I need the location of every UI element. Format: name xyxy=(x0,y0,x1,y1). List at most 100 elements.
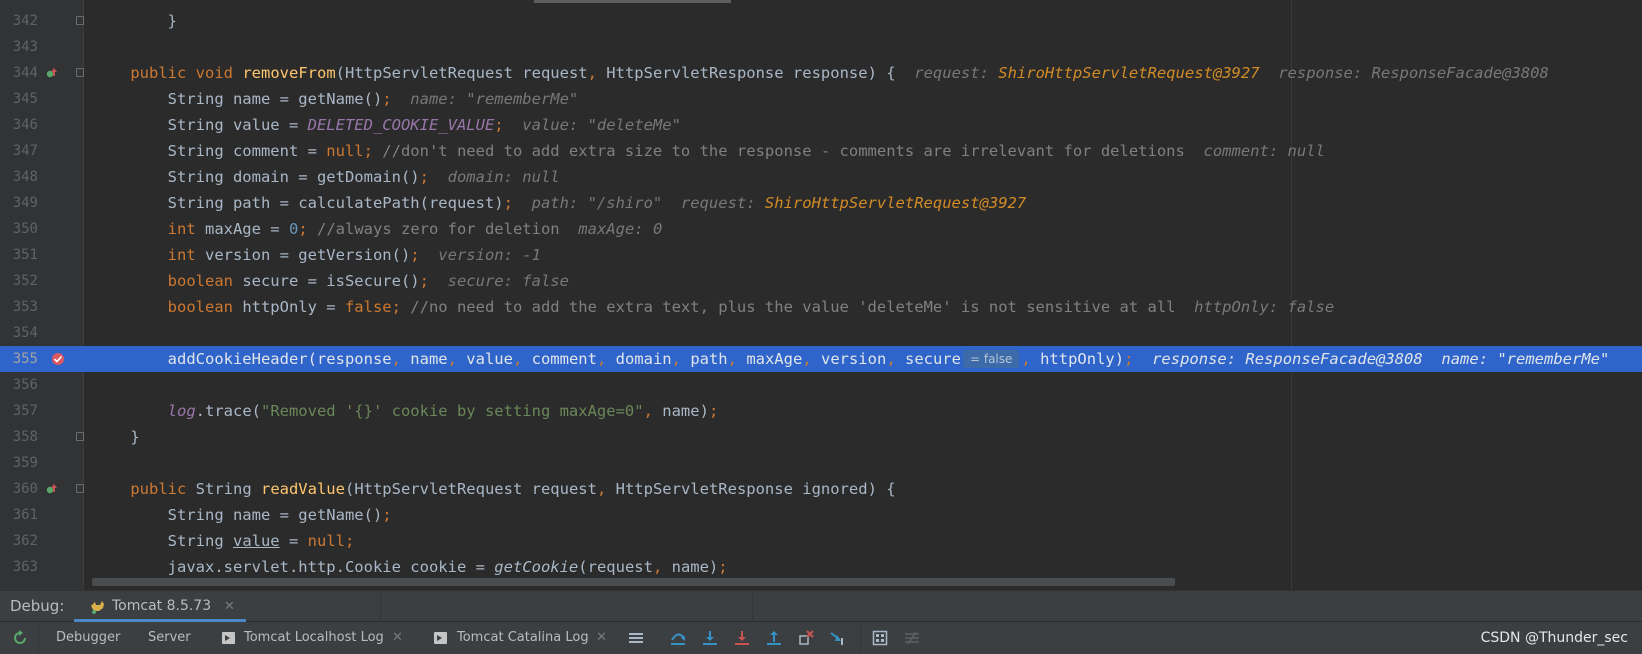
line-number[interactable]: 342 xyxy=(0,8,38,34)
code-line[interactable]: 342 } xyxy=(0,8,1642,34)
tab-tomcat-localhost-log[interactable]: Tomcat Localhost Log xyxy=(244,622,384,654)
code-text[interactable]: addCookieHeader(response, name, value, c… xyxy=(93,346,1609,372)
code-line[interactable]: 360 public String readValue(HttpServletR… xyxy=(0,476,1642,502)
code-line[interactable]: 347 String comment = null; //don't need … xyxy=(0,138,1642,164)
line-number[interactable]: 358 xyxy=(0,424,38,450)
run-to-cursor-icon[interactable] xyxy=(830,630,846,646)
code-line[interactable]: 361 String name = getName(); xyxy=(0,502,1642,528)
code-line[interactable]: 344 public void removeFrom(HttpServletRe… xyxy=(0,60,1642,86)
inline-debug-hint: httpOnly: false xyxy=(1194,298,1335,316)
line-number[interactable]: 347 xyxy=(0,138,38,164)
code-line[interactable]: 346 String value = DELETED_COOKIE_VALUE;… xyxy=(0,112,1642,138)
code-line[interactable]: 357 log.trace("Removed '{}' cookie by se… xyxy=(0,398,1642,424)
close-icon[interactable]: ✕ xyxy=(224,591,235,622)
line-number[interactable]: 344 xyxy=(0,60,38,86)
code-line[interactable]: 363 javax.servlet.http.Cookie cookie = g… xyxy=(0,554,1642,580)
code-token: , xyxy=(671,350,691,368)
code-editor[interactable]: 342 } 343 344 public void removeFrom(HttpS… xyxy=(0,0,1642,590)
code-text[interactable]: public String readValue(HttpServletReque… xyxy=(93,476,895,502)
horizontal-scrollbar[interactable] xyxy=(92,578,1175,586)
override-method-icon[interactable] xyxy=(46,67,58,79)
breakpoint-icon[interactable] xyxy=(51,352,65,366)
code-line[interactable]: 358 } xyxy=(0,424,1642,450)
fold-marker-icon[interactable] xyxy=(76,68,84,77)
tab-tomcat-catalina-log[interactable]: Tomcat Catalina Log xyxy=(457,622,589,654)
code-line[interactable]: 352 boolean secure = isSecure(); secure:… xyxy=(0,268,1642,294)
fold-marker-icon[interactable] xyxy=(76,432,84,441)
code-token: boolean xyxy=(167,272,243,290)
code-line[interactable]: 349 String path = calculatePath(request)… xyxy=(0,190,1642,216)
force-step-into-icon[interactable] xyxy=(734,630,750,646)
code-text[interactable]: public void removeFrom(HttpServletReques… xyxy=(93,60,1549,86)
line-number[interactable]: 362 xyxy=(0,528,38,554)
rerun-icon[interactable] xyxy=(12,630,28,646)
code-text[interactable]: int maxAge = 0; //always zero for deleti… xyxy=(93,216,663,242)
close-icon[interactable]: ✕ xyxy=(596,622,607,654)
close-icon[interactable]: ✕ xyxy=(392,622,403,654)
line-number[interactable]: 352 xyxy=(0,268,38,294)
code-line[interactable]: 351 int version = getVersion(); version:… xyxy=(0,242,1642,268)
fold-marker-icon[interactable] xyxy=(76,484,84,493)
tab-server[interactable]: Server xyxy=(148,622,191,654)
tab-tomcat-session[interactable]: Tomcat 8.5.73 ✕ xyxy=(74,591,246,622)
line-number[interactable]: 348 xyxy=(0,164,38,190)
show-execution-point-icon[interactable] xyxy=(628,630,644,646)
console-icon xyxy=(222,632,235,644)
line-number[interactable]: 345 xyxy=(0,86,38,112)
line-number[interactable]: 363 xyxy=(0,554,38,580)
code-line[interactable]: 348 String domain = getDomain(); domain:… xyxy=(0,164,1642,190)
step-over-icon[interactable] xyxy=(670,630,686,646)
code-line[interactable]: 354 xyxy=(0,320,1642,346)
code-text[interactable]: } xyxy=(93,8,177,34)
code-text[interactable]: String comment = null; //don't need to a… xyxy=(93,138,1325,164)
code-line[interactable]: 350 int maxAge = 0; //always zero for de… xyxy=(0,216,1642,242)
code-text[interactable]: int version = getVersion(); version: -1 xyxy=(93,242,541,268)
code-text[interactable]: String value = null; xyxy=(93,528,355,554)
fold-marker-icon[interactable] xyxy=(76,16,84,25)
code-line[interactable]: 362 String value = null; xyxy=(0,528,1642,554)
code-token: name xyxy=(410,350,448,368)
step-into-icon[interactable] xyxy=(702,630,718,646)
code-text[interactable]: } xyxy=(93,424,139,450)
line-number[interactable]: 346 xyxy=(0,112,38,138)
override-method-icon[interactable] xyxy=(46,483,58,495)
inline-debug-hint: path: "/shiro" request: xyxy=(531,194,765,212)
code-text[interactable]: log.trace("Removed '{}' cookie by settin… xyxy=(93,398,719,424)
code-line[interactable]: 345 String name = getName(); name: "reme… xyxy=(0,86,1642,112)
code-text[interactable]: boolean secure = isSecure(); secure: fal… xyxy=(93,268,569,294)
drop-frame-icon[interactable] xyxy=(798,630,814,646)
code-text[interactable]: String value = DELETED_COOKIE_VALUE; val… xyxy=(93,112,681,138)
code-token: , xyxy=(512,350,532,368)
line-number[interactable]: 360 xyxy=(0,476,38,502)
code-text[interactable]: javax.servlet.http.Cookie cookie = getCo… xyxy=(93,554,728,580)
code-token: 0 xyxy=(288,220,299,238)
evaluate-expression-icon[interactable] xyxy=(872,630,888,646)
current-execution-line[interactable]: 355 addCookieHeader(response, name, valu… xyxy=(0,346,1642,372)
line-number[interactable]: 359 xyxy=(0,450,38,476)
trace-current-stream-icon[interactable] xyxy=(904,630,920,646)
code-line[interactable]: 356 xyxy=(0,372,1642,398)
line-number[interactable]: 349 xyxy=(0,190,38,216)
line-number[interactable]: 351 xyxy=(0,242,38,268)
code-text[interactable]: String domain = getDomain(); domain: nul… xyxy=(93,164,560,190)
code-line[interactable]: 353 boolean httpOnly = false; //no need … xyxy=(0,294,1642,320)
line-number[interactable]: 354 xyxy=(0,320,38,346)
code-text[interactable]: boolean httpOnly = false; //no need to a… xyxy=(93,294,1335,320)
step-out-icon[interactable] xyxy=(766,630,782,646)
editor-top-scroll-thumb[interactable] xyxy=(534,0,731,3)
line-number[interactable]: 356 xyxy=(0,372,38,398)
tomcat-icon xyxy=(91,601,104,614)
line-number[interactable]: 343 xyxy=(0,34,38,60)
line-number[interactable]: 361 xyxy=(0,502,38,528)
tab-debugger[interactable]: Debugger xyxy=(56,622,120,654)
code-line[interactable]: 359 xyxy=(0,450,1642,476)
code-text[interactable]: String name = getName(); name: "remember… xyxy=(93,86,579,112)
line-number[interactable]: 353 xyxy=(0,294,38,320)
line-number[interactable]: 355 xyxy=(0,346,38,372)
code-token: removeFrom xyxy=(242,64,336,82)
code-text[interactable]: String path = calculatePath(request); pa… xyxy=(93,190,1027,216)
line-number[interactable]: 350 xyxy=(0,216,38,242)
line-number[interactable]: 357 xyxy=(0,398,38,424)
code-line[interactable]: 343 xyxy=(0,34,1642,60)
code-text[interactable]: String name = getName(); xyxy=(93,502,392,528)
